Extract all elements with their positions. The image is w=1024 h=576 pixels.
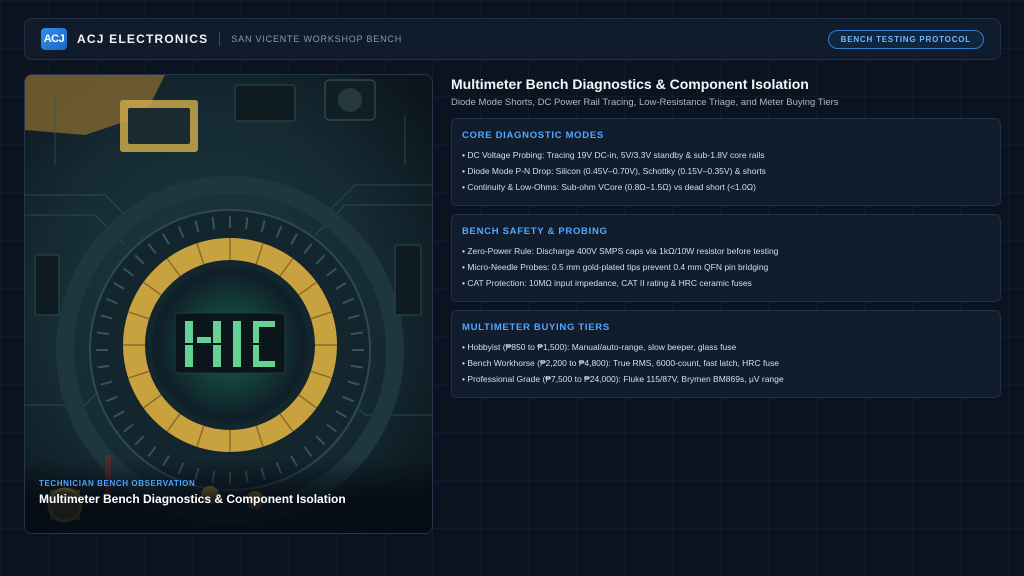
page-title: Multimeter Bench Diagnostics & Component…: [451, 76, 809, 92]
list-item: Micro-Needle Probes: 0.5 mm gold-plated …: [462, 259, 990, 275]
top-header: ACJ ACJ ELECTRONICS SAN VICENTE WORKSHOP…: [24, 18, 1001, 60]
bench-testing-protocol-badge[interactable]: BENCH TESTING PROTOCOL: [827, 29, 984, 49]
list-item: Bench Workhorse (₱2,200 to ₱4,800): True…: [462, 355, 990, 371]
section-title: MULTIMETER BUYING TIERS: [462, 322, 610, 333]
brand-name: ACJ ELECTRONICS: [77, 32, 209, 46]
section-core-diagnostic-modes: CORE DIAGNOSTIC MODES DC Voltage Probing…: [451, 118, 1001, 206]
list-item: Diode Mode P-N Drop: Silicon (0.45V–0.70…: [462, 163, 990, 179]
section-title: BENCH SAFETY & PROBING: [462, 226, 608, 237]
list-item: CAT Protection: 10MΩ input impedance, CA…: [462, 275, 990, 291]
list-item: Zero-Power Rule: Discharge 400V SMPS cap…: [462, 243, 990, 259]
list-item: Continuity & Low-Ohms: Sub-ohm VCore (0.…: [462, 179, 990, 195]
caption-title: Multimeter Bench Diagnostics & Component…: [39, 492, 346, 506]
section-title: CORE DIAGNOSTIC MODES: [462, 130, 604, 141]
list-item: Hobbyist (₱850 to ₱1,500): Manual/auto-r…: [462, 339, 990, 355]
section-bench-safety-probing: BENCH SAFETY & PROBING Zero-Power Rule: …: [451, 214, 1001, 302]
workshop-location: SAN VICENTE WORKSHOP BENCH: [231, 34, 403, 44]
brand-logo: ACJ: [41, 28, 67, 50]
image-caption: TECHNICIAN BENCH OBSERVATION Multimeter …: [25, 459, 432, 533]
bench-photo-card: TECHNICIAN BENCH OBSERVATION Multimeter …: [24, 74, 433, 534]
list-item: Professional Grade (₱7,500 to ₱24,000): …: [462, 371, 990, 387]
page-subtitle: Diode Mode Shorts, DC Power Rail Tracing…: [451, 97, 839, 108]
section-multimeter-buying-tiers: MULTIMETER BUYING TIERS Hobbyist (₱850 t…: [451, 310, 1001, 398]
header-divider: [219, 32, 221, 46]
list-item: DC Voltage Probing: Tracing 19V DC-in, 5…: [462, 147, 990, 163]
caption-eyebrow: TECHNICIAN BENCH OBSERVATION: [39, 479, 196, 488]
